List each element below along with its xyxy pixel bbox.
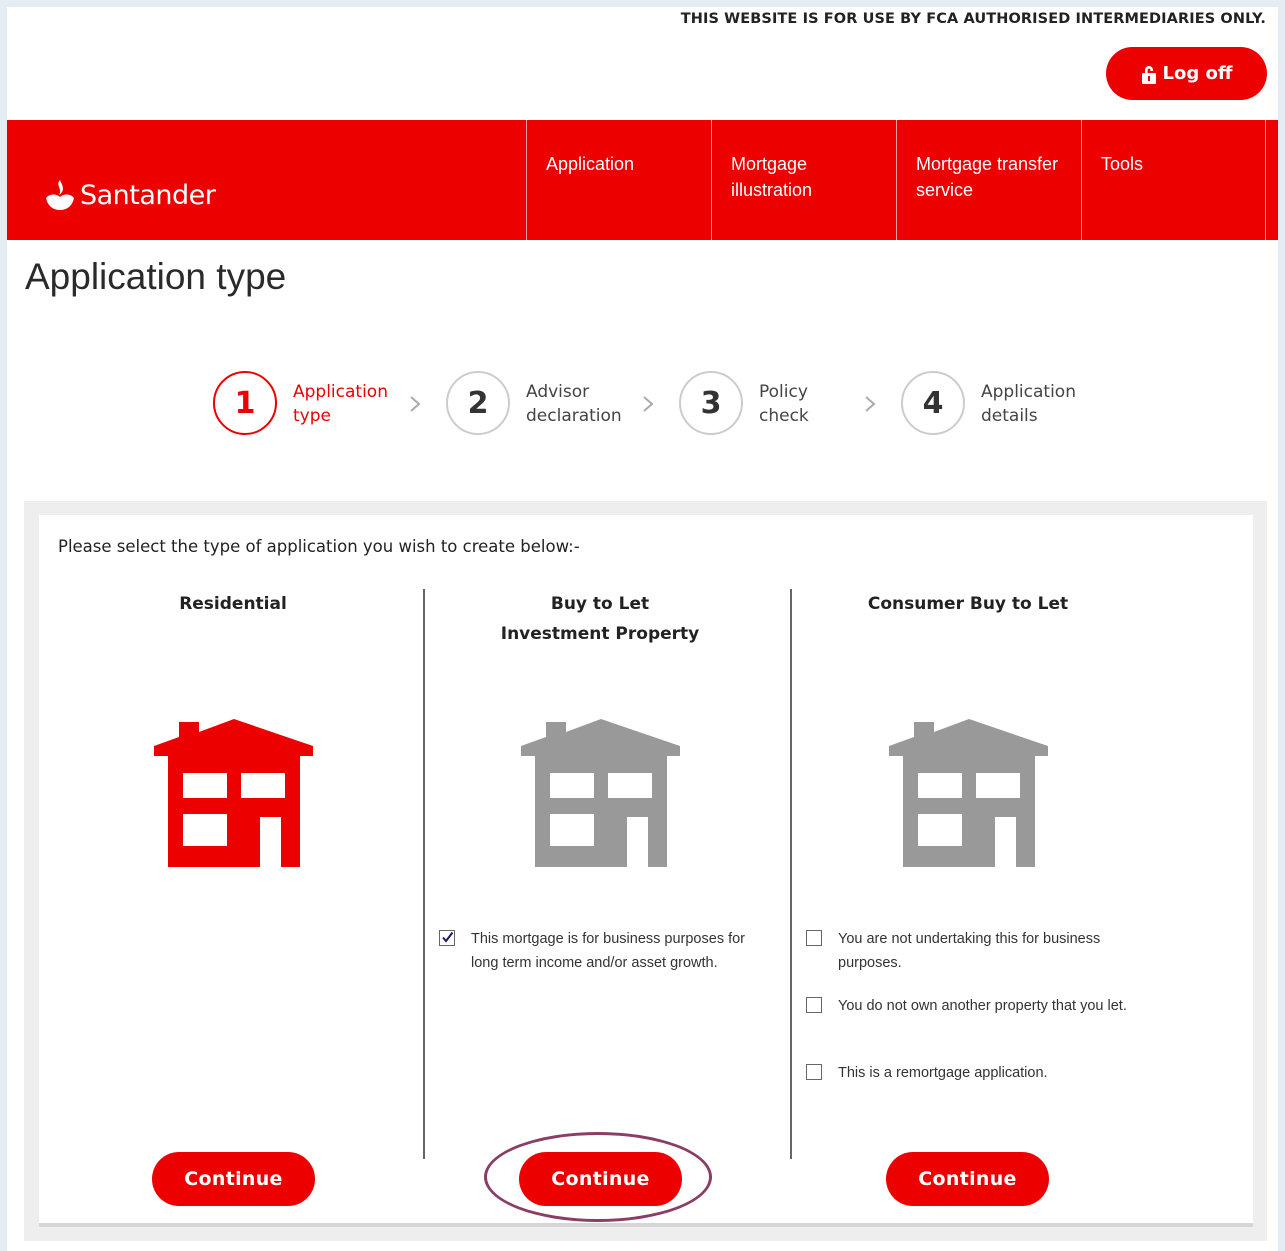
option-title-consumer-buy-to-let: Consumer Buy to Let	[867, 594, 1069, 614]
page-title: Application type	[25, 256, 287, 297]
step-4-label: Application details	[981, 382, 1076, 426]
nav-item-label: Application	[546, 154, 635, 174]
log-off-label: Log off	[1162, 63, 1233, 84]
remortgage-check-row[interactable]: This is a remortgage application.	[806, 1061, 1138, 1085]
house-icon[interactable]	[520, 719, 682, 869]
step-3-label: Policy check	[759, 382, 809, 426]
option-title-residential: Residential	[179, 594, 287, 614]
step-1-circle: 1	[213, 371, 277, 435]
nav-item-label: Tools	[1101, 154, 1144, 174]
continue-button-buy-to-let[interactable]: Continue	[519, 1152, 682, 1206]
fca-disclaimer: THIS WEBSITE IS FOR USE BY FCA AUTHORISE…	[680, 11, 1266, 27]
instruction-text: Please select the type of application yo…	[58, 537, 580, 556]
lock-icon	[1141, 65, 1156, 84]
nav-item-tools[interactable]: Tools	[1081, 120, 1265, 240]
no-other-property-checkbox[interactable]	[806, 997, 822, 1013]
business-purposes-check-row[interactable]: This mortgage is for business purposes f…	[439, 927, 771, 975]
option-title-buy-to-let: Buy to Let Investment Property	[500, 594, 700, 644]
chevron-right-icon	[865, 396, 876, 412]
santander-flame-logo	[46, 180, 74, 210]
step-1-label: Application type	[293, 382, 388, 426]
column-divider	[790, 589, 792, 1159]
remortgage-label: This is a remortgage application.	[838, 1065, 1048, 1081]
chevron-right-icon	[410, 396, 421, 412]
no-other-property-check-row[interactable]: You do not own another property that you…	[806, 994, 1138, 1018]
no-other-property-label: You do not own another property that you…	[838, 998, 1127, 1014]
step-3-circle: 3	[679, 371, 743, 435]
step-2-label: Advisor declaration	[526, 382, 622, 426]
nav-item-mortgage-transfer-service[interactable]: Mortgage transfer service	[896, 120, 1082, 240]
continue-button-residential[interactable]: Continue	[152, 1152, 315, 1206]
continue-button-consumer-buy-to-let[interactable]: Continue	[886, 1152, 1049, 1206]
log-off-button[interactable]: Log off	[1106, 47, 1267, 100]
not-business-checkbox[interactable]	[806, 930, 822, 946]
main-navbar: Santander Application Mortgage illustrat…	[7, 120, 1278, 240]
nav-item-mortgage-illustration[interactable]: Mortgage illustration	[711, 120, 897, 240]
brand-name: Santander	[80, 179, 216, 211]
nav-item-label: Mortgage transfer service	[916, 154, 1059, 200]
step-2-circle: 2	[446, 371, 510, 435]
nav-divider	[1265, 120, 1266, 240]
nav-item-application[interactable]: Application	[526, 120, 712, 240]
chevron-right-icon	[643, 396, 654, 412]
house-icon[interactable]	[153, 719, 315, 869]
not-business-label: You are not undertaking this for busines…	[838, 931, 1101, 971]
not-business-check-row[interactable]: You are not undertaking this for busines…	[806, 927, 1138, 975]
santander-logo[interactable]: Santander	[44, 178, 216, 212]
progress-stepper: 1 Application type 2 Advisor declaration…	[0, 370, 1285, 440]
step-4-circle: 4	[901, 371, 965, 435]
column-divider	[423, 589, 425, 1159]
business-purposes-checkbox[interactable]	[439, 930, 455, 946]
house-icon[interactable]	[888, 719, 1050, 869]
remortgage-checkbox[interactable]	[806, 1064, 822, 1080]
panel-shadow	[39, 1223, 1253, 1227]
checkmark-icon	[442, 931, 454, 943]
business-purposes-label: This mortgage is for business purposes f…	[471, 931, 746, 971]
nav-item-label: Mortgage illustration	[731, 154, 813, 200]
